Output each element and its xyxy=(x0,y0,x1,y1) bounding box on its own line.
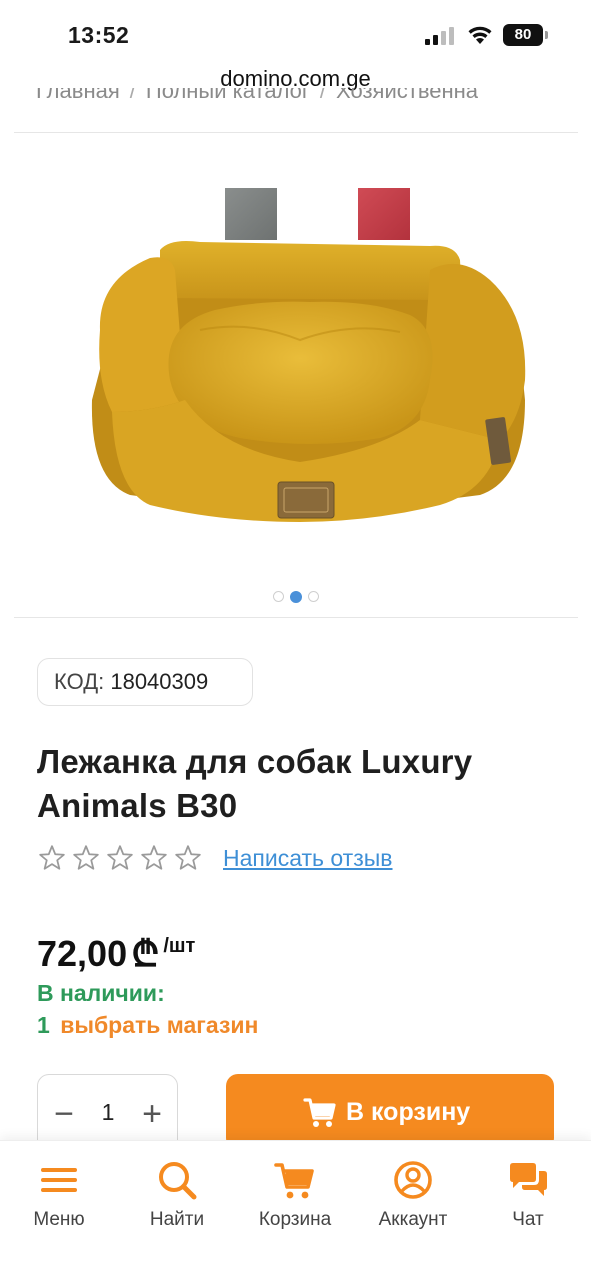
quantity-value[interactable]: 1 xyxy=(94,1099,122,1126)
menu-icon xyxy=(41,1168,77,1192)
search-icon xyxy=(159,1162,197,1200)
product-code-label: КОД: xyxy=(54,669,105,694)
nav-label: Корзина xyxy=(258,1209,332,1230)
carousel-dot-active[interactable] xyxy=(289,590,302,603)
product-image xyxy=(91,241,526,522)
breadcrumb-home[interactable]: Главная xyxy=(36,88,120,103)
nav-item-chat[interactable]: Чат xyxy=(478,1159,578,1231)
nav-label: Чат xyxy=(512,1209,544,1230)
nav-label: Меню xyxy=(33,1209,85,1230)
star-empty-icon[interactable] xyxy=(173,842,203,874)
write-review-link[interactable]: Написать отзыв xyxy=(223,845,393,872)
currency-symbol: ₾ xyxy=(131,933,160,974)
star-empty-icon[interactable] xyxy=(105,842,135,874)
rating-stars[interactable] xyxy=(37,842,207,876)
divider xyxy=(14,617,578,618)
divider xyxy=(14,132,578,133)
nav-label: Найти xyxy=(149,1209,205,1230)
add-to-cart-button[interactable]: В корзину xyxy=(226,1074,554,1150)
nav-item-cart[interactable]: Корзина xyxy=(245,1159,345,1231)
chat-icon xyxy=(510,1163,547,1196)
battery-indicator: 80 xyxy=(503,24,548,46)
quantity-increase-button[interactable]: + xyxy=(138,1095,166,1135)
breadcrumb-catalog[interactable]: Полный каталог xyxy=(146,88,310,103)
product-gallery[interactable] xyxy=(0,150,591,590)
price: 72,00 ₾/шт xyxy=(37,928,196,974)
rating-row: Написать отзыв xyxy=(37,842,557,876)
nav-label: Аккаунт xyxy=(378,1209,448,1230)
product-code-value: 18040309 xyxy=(110,669,209,694)
store-availability: 1 выбрать магазин xyxy=(37,1012,258,1039)
bottom-nav: Меню Найти Корзина Аккаунт Чат xyxy=(0,1140,591,1280)
cart-icon xyxy=(274,1163,314,1199)
cart-icon xyxy=(303,1098,336,1127)
nav-item-account[interactable]: Аккаунт xyxy=(363,1159,463,1231)
wifi-icon xyxy=(468,26,492,44)
signal-icon xyxy=(425,27,455,45)
carousel-dot[interactable] xyxy=(307,591,319,603)
star-empty-icon[interactable] xyxy=(37,842,67,874)
breadcrumb-separator: / xyxy=(319,88,327,103)
price-unit: /шт xyxy=(163,935,196,957)
status-time: 13:52 xyxy=(68,22,130,48)
choose-store-link[interactable]: выбрать магазин xyxy=(60,1012,258,1038)
breadcrumb: Главная / Полный каталог / Хозяйственна xyxy=(36,88,591,114)
breadcrumb-separator: / xyxy=(129,88,136,103)
account-icon xyxy=(394,1161,432,1199)
star-empty-icon[interactable] xyxy=(139,842,169,874)
price-value: 72,00 xyxy=(37,933,128,974)
status-bar: 13:52 80 xyxy=(0,0,591,60)
nav-item-menu[interactable]: Меню xyxy=(9,1159,109,1231)
carousel-dot[interactable] xyxy=(272,591,284,603)
product-title: Лежанка для собак Luxury Animals B30 xyxy=(37,743,473,824)
breadcrumb-category[interactable]: Хозяйственна xyxy=(336,88,478,103)
quantity-decrease-button[interactable]: − xyxy=(50,1095,78,1135)
add-to-cart-label: В корзину xyxy=(346,1098,471,1126)
nav-item-search[interactable]: Найти xyxy=(127,1159,227,1231)
carousel-dots xyxy=(0,588,591,606)
star-empty-icon[interactable] xyxy=(71,842,101,874)
store-count: 1 xyxy=(37,1012,50,1038)
product-code-badge: КОД: 18040309 xyxy=(37,658,253,706)
stock-status: В наличии: xyxy=(37,980,165,1006)
